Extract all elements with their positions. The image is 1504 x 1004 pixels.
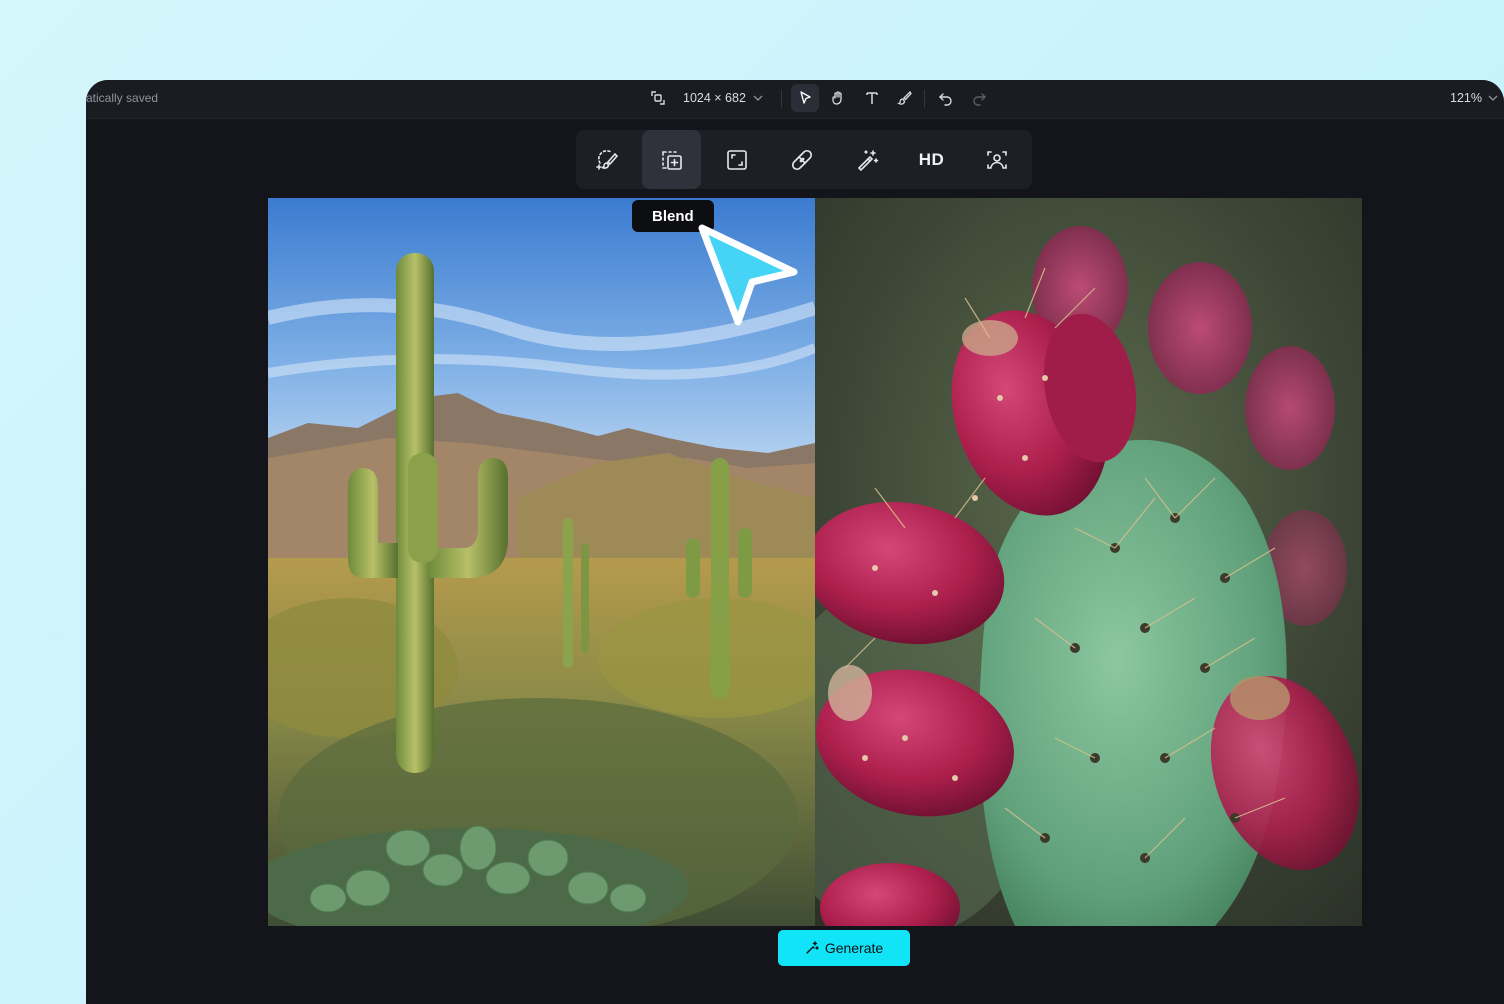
undo-icon[interactable] <box>932 84 960 112</box>
brush-icon[interactable] <box>891 84 919 112</box>
chevron-down-icon <box>1488 95 1498 101</box>
bandage-icon <box>791 149 812 170</box>
chevron-down-icon <box>753 95 763 101</box>
repair-tool[interactable] <box>772 130 831 189</box>
save-status: atically saved <box>86 91 159 105</box>
text-icon[interactable] <box>858 84 886 112</box>
magic-wand-icon <box>857 149 878 171</box>
blend-tool[interactable] <box>642 130 701 189</box>
generate-label: Generate <box>824 940 884 956</box>
editor-window: atically saved 1024 × 682 121% HD Blend … <box>86 80 1504 1004</box>
canvas-images <box>268 198 1362 926</box>
selection-brush-tool[interactable] <box>577 130 636 189</box>
select-arrow-icon[interactable] <box>791 84 819 112</box>
hd-tool[interactable]: HD <box>902 130 961 189</box>
canvas-size-value: 1024 × 682 <box>683 91 746 105</box>
canvas-size-dropdown[interactable]: 1024 × 682 <box>683 91 763 105</box>
zoom-dropdown[interactable]: 121% <box>1450 91 1498 105</box>
portrait-icon <box>986 150 1007 169</box>
redo-icon[interactable] <box>965 84 993 112</box>
top-toolbar: atically saved 1024 × 682 121% <box>86 80 1504 119</box>
magic-wand-tool[interactable] <box>837 130 896 189</box>
resize-icon[interactable] <box>644 84 672 112</box>
sparkle-wand-icon <box>806 941 819 954</box>
expand-tool[interactable] <box>707 130 766 189</box>
hd-label: HD <box>918 149 945 169</box>
prickly-pear-image[interactable] <box>815 198 1362 926</box>
expand-icon <box>726 149 747 170</box>
blend-icon <box>661 150 682 170</box>
generate-button[interactable]: Generate <box>778 930 910 966</box>
hand-icon[interactable] <box>824 84 852 112</box>
divider <box>924 90 925 108</box>
selection-brush-icon <box>595 149 618 170</box>
zoom-value: 121% <box>1450 91 1482 105</box>
ai-tool-panel: HD <box>576 130 1032 189</box>
divider <box>781 90 782 108</box>
portrait-tool[interactable] <box>967 130 1026 189</box>
pointer-cursor-icon <box>698 224 798 326</box>
